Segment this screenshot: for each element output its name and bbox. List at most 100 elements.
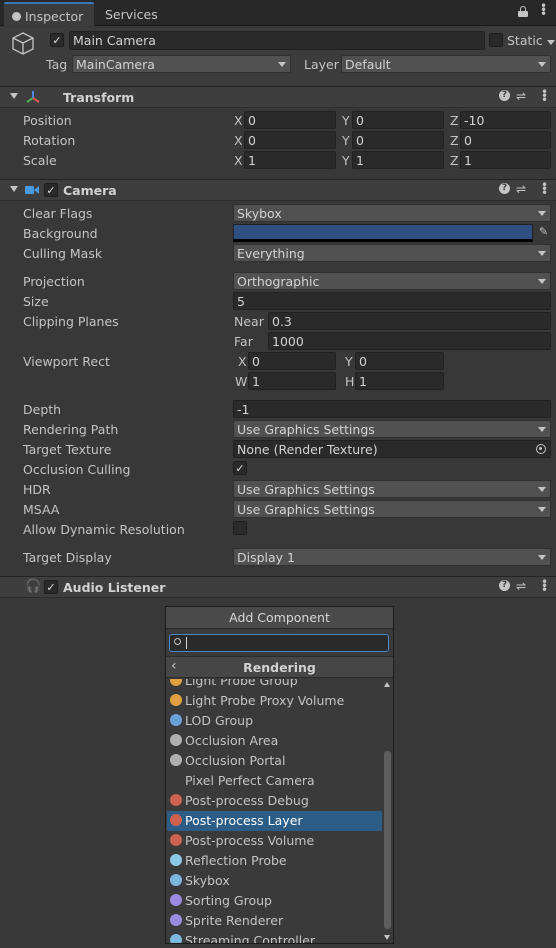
- layer-dropdown[interactable]: Default: [341, 55, 551, 73]
- list-item[interactable]: Sorting Group: [167, 891, 382, 911]
- occlusion-culling-checkbox[interactable]: ✓: [233, 461, 247, 475]
- foldout-arrow-icon[interactable]: [10, 186, 18, 192]
- add-component-button[interactable]: Add Component: [166, 607, 393, 629]
- component-menu-icon[interactable]: • • •: [541, 86, 548, 106]
- gameobject-name-field[interactable]: Main Camera: [69, 31, 485, 50]
- help-icon[interactable]: ?: [499, 580, 510, 591]
- scrollbar[interactable]: [383, 679, 393, 943]
- axis-z-label[interactable]: Z: [450, 153, 459, 168]
- rotation-x-field[interactable]: 0: [244, 131, 336, 149]
- position-y-field[interactable]: 0: [352, 111, 444, 129]
- msaa-value: Use Graphics Settings: [237, 502, 375, 517]
- transform-header[interactable]: Transform ? ⇌ • • •: [0, 86, 556, 108]
- list-item[interactable]: Light Probe Proxy Volume: [167, 691, 382, 711]
- tag-dropdown[interactable]: MainCamera: [72, 55, 291, 73]
- scroll-down-arrow-icon[interactable]: [384, 935, 390, 940]
- far-field[interactable]: 1000: [268, 332, 551, 350]
- category-title: Rendering: [243, 660, 316, 675]
- near-label[interactable]: Near: [234, 314, 264, 329]
- hdr-dropdown[interactable]: Use Graphics Settings: [233, 480, 551, 498]
- far-label[interactable]: Far: [234, 334, 253, 349]
- list-item[interactable]: Reflection Probe: [167, 851, 382, 871]
- scrollbar-thumb[interactable]: [384, 751, 391, 929]
- near-field[interactable]: 0.3: [268, 312, 551, 330]
- size-field[interactable]: 5: [233, 292, 551, 310]
- camera-header[interactable]: ✓ Camera ? ⇌ • • •: [0, 179, 556, 201]
- scroll-up-arrow-icon[interactable]: [384, 682, 390, 687]
- scale-z-field[interactable]: 1: [460, 151, 551, 169]
- list-item[interactable]: Skybox: [167, 871, 382, 891]
- chevron-down-icon: [538, 555, 546, 560]
- scale-y-field[interactable]: 1: [352, 151, 444, 169]
- list-item[interactable]: Streaming Controller: [167, 931, 382, 943]
- kebab-menu-icon[interactable]: • • •: [540, 0, 547, 20]
- preset-sliders-icon[interactable]: ⇌: [516, 182, 526, 196]
- target-texture-field[interactable]: None (Render Texture): [233, 440, 551, 458]
- dynamic-resolution-checkbox[interactable]: [233, 521, 247, 535]
- list-item[interactable]: Sprite Renderer: [167, 911, 382, 931]
- viewport-w-field[interactable]: 1: [248, 372, 336, 390]
- axis-z-label[interactable]: Z: [450, 133, 459, 148]
- list-item[interactable]: LOD Group: [167, 711, 382, 731]
- axis-h-label[interactable]: H: [345, 374, 354, 389]
- component-menu-icon[interactable]: • • •: [541, 179, 548, 199]
- clear-flags-dropdown[interactable]: Skybox: [233, 204, 551, 222]
- list-item-label: Occlusion Portal: [185, 753, 286, 768]
- target-display-dropdown[interactable]: Display 1: [233, 548, 551, 566]
- viewport-y-field[interactable]: 0: [355, 352, 444, 370]
- axis-y-label[interactable]: Y: [342, 153, 350, 168]
- help-icon[interactable]: ?: [499, 90, 510, 101]
- position-z-field[interactable]: -10: [460, 111, 551, 129]
- projection-dropdown[interactable]: Orthographic: [233, 272, 551, 290]
- list-item[interactable]: Post-process Debug: [167, 791, 382, 811]
- axis-x-label[interactable]: X: [234, 153, 243, 168]
- rotation-z-field[interactable]: 0: [460, 131, 551, 149]
- position-x-field[interactable]: 0: [244, 111, 336, 129]
- msaa-dropdown[interactable]: Use Graphics Settings: [233, 500, 551, 518]
- list-item[interactable]: Pixel Perfect Camera: [167, 771, 382, 791]
- component-search-input[interactable]: [169, 634, 389, 652]
- list-item[interactable]: Post-process Volume: [167, 831, 382, 851]
- depth-field[interactable]: -1: [233, 400, 551, 418]
- help-icon[interactable]: ?: [499, 183, 510, 194]
- axis-x-label[interactable]: X: [238, 354, 247, 369]
- axis-w-label[interactable]: W: [235, 374, 247, 389]
- foldout-arrow-icon[interactable]: [10, 93, 18, 99]
- list-item[interactable]: Post-process Layer: [167, 811, 382, 831]
- culling-mask-dropdown[interactable]: Everything: [233, 244, 551, 262]
- rendering-path-dropdown[interactable]: Use Graphics Settings: [233, 420, 551, 438]
- eyedropper-icon[interactable]: ✎: [536, 225, 551, 241]
- axis-z-label[interactable]: Z: [450, 113, 459, 128]
- list-item[interactable]: Light Probe Group: [167, 679, 382, 691]
- gameobject-active-checkbox[interactable]: ✓: [50, 33, 64, 47]
- list-item[interactable]: Occlusion Portal: [167, 751, 382, 771]
- lock-icon[interactable]: [518, 6, 528, 17]
- component-menu-icon[interactable]: • • •: [541, 576, 548, 596]
- tab-inspector[interactable]: Inspector: [4, 2, 94, 26]
- scale-x-field[interactable]: 1: [244, 151, 336, 169]
- axis-x-label[interactable]: X: [234, 113, 243, 128]
- axis-y-label[interactable]: Y: [342, 113, 350, 128]
- object-picker-icon[interactable]: [536, 444, 546, 454]
- preset-sliders-icon[interactable]: ⇌: [516, 89, 526, 103]
- sprite-renderer-icon: [170, 914, 182, 926]
- rotation-y-field[interactable]: 0: [352, 131, 444, 149]
- camera-enabled-checkbox[interactable]: ✓: [44, 183, 58, 197]
- axis-x-label[interactable]: X: [234, 133, 243, 148]
- axis-y-label[interactable]: Y: [342, 133, 350, 148]
- preset-sliders-icon[interactable]: ⇌: [516, 579, 526, 593]
- camera-title: Camera: [63, 183, 117, 198]
- audio-listener-header[interactable]: 🎧 ✓ Audio Listener ? ⇌ • • •: [0, 576, 556, 598]
- axis-y-label[interactable]: Y: [345, 354, 353, 369]
- chevron-down-icon: [538, 62, 546, 67]
- background-color-swatch[interactable]: [233, 224, 533, 242]
- viewport-x-field[interactable]: 0: [248, 352, 336, 370]
- static-dropdown[interactable]: Static: [507, 33, 555, 48]
- viewport-h-field[interactable]: 1: [355, 372, 444, 390]
- tab-services[interactable]: Services: [97, 2, 167, 26]
- chevron-down-icon: [546, 40, 555, 45]
- audio-listener-enabled-checkbox[interactable]: ✓: [44, 580, 58, 594]
- list-item[interactable]: Occlusion Area: [167, 731, 382, 751]
- position-x-value: 0: [248, 113, 256, 128]
- static-checkbox[interactable]: [489, 33, 503, 47]
